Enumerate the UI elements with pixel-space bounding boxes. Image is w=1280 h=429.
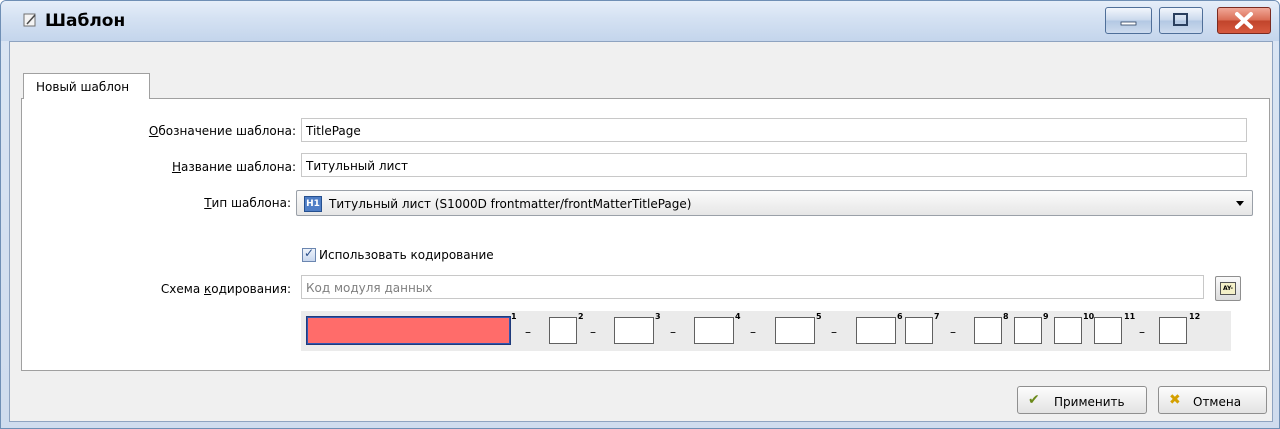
- tab-label: Новый шаблон: [36, 80, 130, 94]
- code-segment-6[interactable]: [856, 317, 896, 344]
- designation-label: Обозначение шаблона:: [148, 124, 296, 138]
- segment-index: 12: [1189, 312, 1201, 321]
- segment-separator: –: [590, 325, 596, 339]
- segment-index: 4: [735, 312, 741, 321]
- maximize-button[interactable]: [1159, 7, 1203, 34]
- minimize-button[interactable]: [1105, 7, 1152, 34]
- coding-scheme-button[interactable]: AY-: [1215, 276, 1241, 301]
- segment-index: 7: [934, 312, 940, 321]
- code-segment-5[interactable]: [775, 317, 815, 344]
- title-bar[interactable]: Шаблон: [1, 1, 1279, 41]
- segment-index: 2: [578, 312, 584, 321]
- segment-index: 8: [1003, 312, 1009, 321]
- segment-separator: –: [670, 325, 676, 339]
- coding-scheme-input[interactable]: Код модуля данных: [301, 275, 1204, 299]
- name-input[interactable]: Титульный лист: [301, 153, 1247, 177]
- heading-type-icon: H1: [304, 196, 322, 212]
- code-segment-7[interactable]: [905, 317, 933, 344]
- window-title: Шаблон: [45, 11, 126, 31]
- code-segment-1[interactable]: [306, 316, 511, 345]
- segment-index: 6: [897, 312, 903, 321]
- code-segments: 1 – 2 – 3 – 4 – 5 – 6 7 – 8 9 10 11 – 12: [301, 311, 1231, 351]
- cancel-x-icon: ✖: [1169, 392, 1181, 408]
- dropdown-arrow-icon[interactable]: [1236, 201, 1244, 206]
- segment-separator: –: [831, 325, 837, 339]
- apply-button[interactable]: ✔ Применить: [1017, 386, 1147, 414]
- name-label: Название шаблона:: [171, 160, 296, 174]
- checkmark-icon: ✓: [304, 246, 315, 260]
- segment-separator: –: [525, 325, 531, 339]
- maximize-icon: [1173, 13, 1188, 26]
- cancel-button[interactable]: ✖ Отмена: [1158, 386, 1267, 414]
- use-coding-checkbox[interactable]: ✓: [302, 246, 316, 262]
- designation-input[interactable]: TitlePage: [301, 118, 1247, 142]
- segment-index: 10: [1083, 312, 1095, 321]
- template-type-value: Титульный лист (S1000D frontmatter/front…: [329, 197, 692, 211]
- segment-separator: –: [750, 325, 756, 339]
- code-segment-9[interactable]: [1014, 317, 1042, 344]
- segment-index: 9: [1043, 312, 1049, 321]
- close-button[interactable]: [1217, 7, 1271, 34]
- use-coding-label[interactable]: Использовать кодирование: [319, 248, 494, 262]
- segment-index: 3: [655, 312, 661, 321]
- type-label: Тип шаблона:: [204, 196, 291, 210]
- close-icon: [1235, 12, 1253, 29]
- code-segment-4[interactable]: [694, 317, 734, 344]
- coding-scheme-label: Схема кодирования:: [160, 282, 291, 296]
- code-segment-10[interactable]: [1054, 317, 1082, 344]
- minimize-icon: [1120, 21, 1137, 26]
- tab-new-template[interactable]: Новый шаблон: [23, 73, 150, 99]
- code-segment-2[interactable]: [549, 317, 577, 344]
- segment-index: 11: [1124, 312, 1136, 321]
- coding-scheme-icon: AY-: [1220, 282, 1236, 295]
- code-segment-8[interactable]: [974, 317, 1002, 344]
- checkmark-icon: ✔: [1028, 392, 1040, 408]
- segment-index: 1: [511, 312, 517, 321]
- segment-index: 5: [816, 312, 822, 321]
- template-type-select[interactable]: H1 Титульный лист (S1000D frontmatter/fr…: [296, 190, 1253, 216]
- code-segment-12[interactable]: [1159, 317, 1187, 344]
- code-segment-3[interactable]: [614, 317, 654, 344]
- segment-separator: –: [1139, 325, 1145, 339]
- code-segment-11[interactable]: [1094, 317, 1122, 344]
- template-edit-icon: [23, 13, 36, 27]
- segment-separator: –: [950, 325, 956, 339]
